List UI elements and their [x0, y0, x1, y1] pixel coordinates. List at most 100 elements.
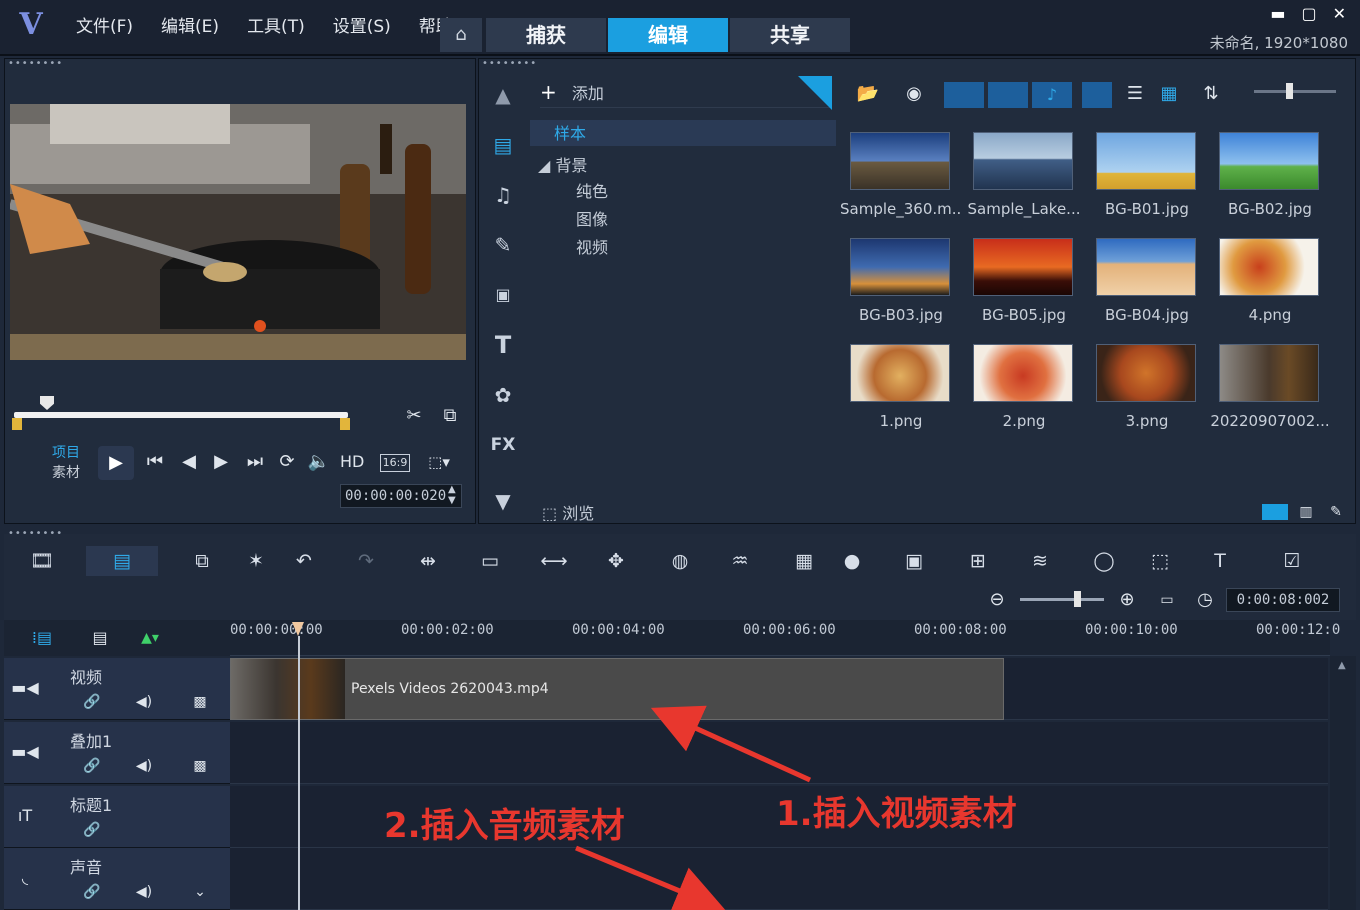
minimize-icon[interactable]: ▬ — [1270, 4, 1285, 23]
scroll-up-icon[interactable]: ▲ — [484, 78, 522, 112]
timeline-grip[interactable]: •••••••• — [8, 528, 63, 539]
menu-edit[interactable]: 编辑(E) — [147, 12, 233, 42]
add-row[interactable]: + 添加 — [540, 80, 830, 108]
fit-project-icon[interactable]: ▭ — [1154, 588, 1180, 612]
library-grip[interactable]: •••••••• — [482, 58, 537, 69]
storyboard-view-icon[interactable]: 🎞 — [24, 546, 60, 576]
checklist-icon[interactable]: ☑ — [1274, 546, 1310, 576]
chapter-icon[interactable]: ▤ — [86, 626, 114, 650]
thumbnail[interactable]: 20220907002... — [1209, 336, 1331, 442]
close-icon[interactable]: ✕ — [1333, 4, 1346, 23]
home-tab-icon[interactable]: ⌂ — [440, 18, 482, 52]
sort-icon[interactable]: ⇅ — [1196, 82, 1226, 106]
tab-capture[interactable]: 捕获 — [486, 18, 606, 52]
mode-project[interactable]: 项目 — [52, 442, 80, 462]
audio-wave-icon[interactable]: ♒ — [722, 546, 758, 576]
thumbnail[interactable]: BG-B01.jpg — [1086, 124, 1208, 230]
trim-icon[interactable]: ▭ — [472, 546, 508, 576]
trim-end-marker[interactable] — [340, 418, 350, 430]
next-frame-icon[interactable]: ▶ — [208, 450, 234, 474]
thumbnail[interactable]: Sample_360.m... — [840, 124, 962, 230]
speed-icon[interactable]: ≋ — [1022, 546, 1058, 576]
thumb-size-slider[interactable] — [1254, 90, 1336, 93]
graphics-icon[interactable]: ✿ — [484, 378, 522, 412]
title-track-icon[interactable]: ıT — [10, 804, 40, 828]
text-style-icon[interactable]: T — [1202, 546, 1238, 576]
record-icon[interactable]: ◉ — [900, 82, 928, 106]
timecode-field[interactable]: 00:00:00:020 — [340, 484, 462, 508]
filter-audio-icon[interactable]: ♪ — [1032, 82, 1072, 108]
cut-icon[interactable]: ✂ — [400, 404, 428, 428]
timecode-stepper-icon[interactable]: ▲ ▼ — [448, 484, 456, 506]
display-mode-icon[interactable]: ⬚▾ — [424, 450, 454, 474]
track-manager-icon[interactable]: ⁞▤ — [28, 626, 56, 650]
menu-tools[interactable]: 工具(T) — [233, 12, 319, 42]
timeline-view-button[interactable]: ▤ — [86, 546, 158, 576]
hd-label[interactable]: HD — [340, 452, 364, 471]
track-volume-icon[interactable]: ◀) — [132, 690, 156, 714]
title-icon[interactable]: T — [484, 328, 522, 362]
link-icon[interactable]: 🔗 — [80, 818, 104, 842]
thumbnail[interactable]: 2.png — [963, 336, 1085, 442]
play-button[interactable]: ▶ — [98, 446, 134, 480]
maximize-icon[interactable]: ▢ — [1301, 4, 1316, 23]
overlay-track-icon[interactable]: ▬◀ — [10, 740, 40, 764]
link-icon[interactable]: 🔗 — [80, 880, 104, 904]
redo-icon[interactable]: ↷ — [348, 546, 384, 576]
view-list-icon[interactable] — [1082, 82, 1112, 108]
video-clip[interactable]: Pexels Videos 2620043.mp4 — [230, 658, 1004, 720]
split-icon[interactable]: ⟷ — [536, 546, 572, 576]
thumbnail[interactable]: BG-B04.jpg — [1086, 230, 1208, 336]
motion-icon[interactable]: ✥ — [598, 546, 634, 576]
media-icon[interactable]: ▤ — [484, 128, 522, 162]
player-grip[interactable]: •••••••• — [8, 58, 63, 69]
library-view-toggle-icon[interactable] — [1262, 504, 1288, 520]
color-grading-icon[interactable]: ◍ — [662, 546, 698, 576]
filter-image-icon[interactable] — [988, 82, 1028, 108]
tab-edit[interactable]: 编辑 — [608, 18, 728, 52]
zoom-in-icon[interactable]: ⊕ — [1114, 588, 1140, 612]
layout-icon[interactable]: ⊞ — [960, 546, 996, 576]
volume-icon[interactable]: 🔈 — [306, 450, 332, 474]
copy-icon[interactable]: ⧉ — [184, 546, 220, 576]
fx-icon[interactable]: FX — [484, 428, 522, 462]
expand-icon[interactable]: ⌄ — [188, 880, 212, 904]
thumbnail[interactable]: BG-B03.jpg — [840, 230, 962, 336]
tree-item-background[interactable]: ◢ 背景 — [538, 152, 587, 176]
scroll-up-icon[interactable]: ▲ — [1338, 660, 1346, 671]
mode-clip[interactable]: 素材 — [52, 462, 80, 482]
browse-button[interactable]: ⬚ 浏览 — [542, 500, 594, 524]
aspect-ratio-button[interactable]: 16:9 — [380, 454, 410, 472]
link-icon[interactable]: 🔗 — [80, 690, 104, 714]
go-end-icon[interactable]: ⏭ — [242, 450, 268, 474]
menu-file[interactable]: 文件(F) — [62, 12, 147, 42]
tracking-icon[interactable]: ◯ — [1086, 546, 1122, 576]
tab-share[interactable]: 共享 — [730, 18, 850, 52]
marker-icon[interactable]: ▲▾ — [136, 626, 164, 650]
subtitle-icon[interactable]: ▣ — [896, 546, 932, 576]
transition-icon[interactable]: ✎ — [484, 228, 522, 262]
thumbnail[interactable]: BG-B05.jpg — [963, 230, 1085, 336]
filter-video-icon[interactable] — [944, 82, 984, 108]
tree-item-image[interactable]: 图像 — [576, 206, 608, 230]
thumbnail[interactable]: BG-B02.jpg — [1209, 124, 1331, 230]
tree-item-solid[interactable]: 纯色 — [576, 178, 608, 202]
music-icon[interactable]: ♫ — [484, 178, 522, 212]
video-track-icon[interactable]: ▬◀ — [10, 676, 40, 700]
track-body-audio[interactable] — [230, 848, 1328, 910]
timeline-scrollbar[interactable]: ▲ — [1330, 656, 1356, 910]
zoom-slider[interactable] — [1020, 598, 1104, 601]
undo-icon[interactable]: ↶ — [286, 546, 322, 576]
prev-frame-icon[interactable]: ◀ — [176, 450, 202, 474]
link-icon[interactable]: 🔗 — [80, 754, 104, 778]
magic-icon[interactable]: ✶ — [238, 546, 274, 576]
thumb-size-handle[interactable] — [1286, 83, 1293, 99]
track-grid-icon[interactable]: ▩ — [188, 690, 212, 714]
library-edit-icon[interactable]: ✎ — [1324, 500, 1348, 524]
scroll-down-icon[interactable]: ▼ — [484, 484, 522, 518]
zoom-slider-handle[interactable] — [1074, 591, 1081, 607]
track-volume-icon[interactable]: ◀) — [132, 880, 156, 904]
thumbnail[interactable]: 4.png — [1209, 230, 1331, 336]
audio-track-icon[interactable]: ◟ — [10, 866, 40, 890]
track-grid-icon[interactable]: ▩ — [188, 754, 212, 778]
